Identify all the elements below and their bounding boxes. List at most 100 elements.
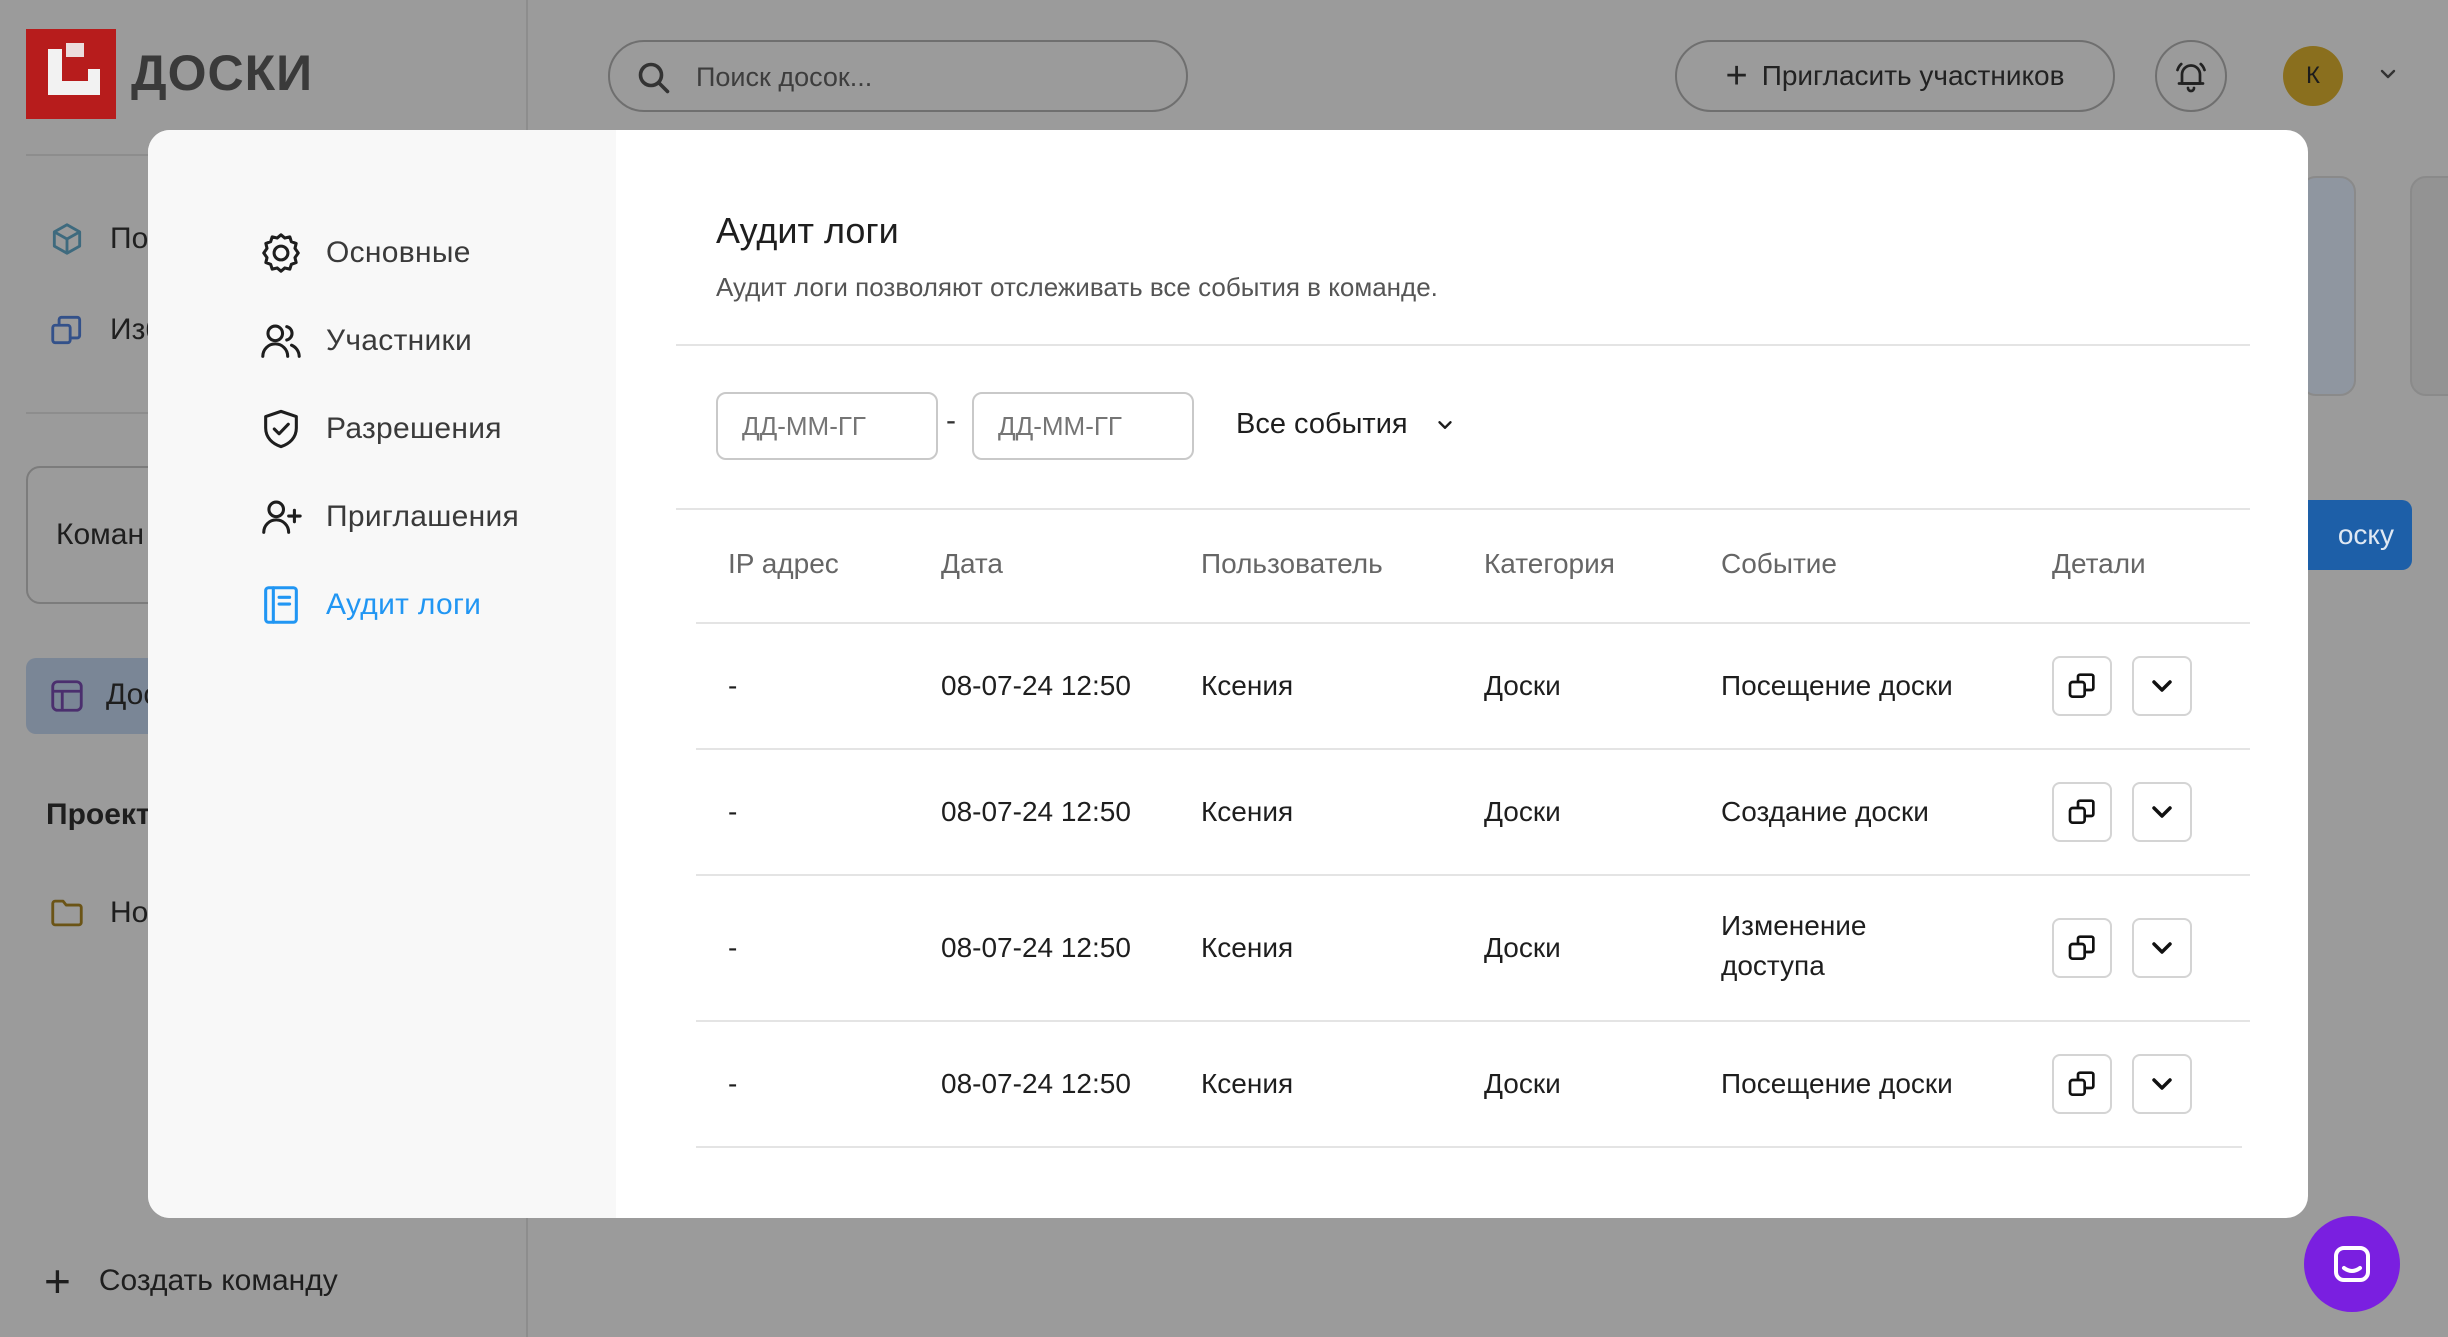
cell-date: 08-07-24 12:50 bbox=[941, 932, 1131, 963]
nav-item-invitations[interactable]: Приглашения bbox=[258, 494, 519, 540]
projects-heading: Проект bbox=[46, 798, 151, 831]
copy-button[interactable] bbox=[2052, 1054, 2112, 1114]
settings-modal: Основные Участники Разрешения Приглашени… bbox=[148, 130, 2308, 1218]
chevron-down-icon bbox=[2152, 1078, 2172, 1090]
expand-row-button[interactable] bbox=[2132, 918, 2192, 978]
column-header-category: Категория bbox=[1484, 548, 1615, 579]
plus-icon: + bbox=[44, 1255, 71, 1307]
chevron-down-icon bbox=[2152, 680, 2172, 692]
settings-nav: Основные Участники Разрешения Приглашени… bbox=[148, 130, 616, 1218]
plus-icon: + bbox=[1725, 55, 1748, 97]
cell-user: Ксения bbox=[1201, 1068, 1294, 1099]
table-row: - 08-07-24 12:50 Ксения Доски Посещение … bbox=[696, 1022, 2250, 1146]
invite-members-button[interactable]: + Пригласить участников bbox=[1675, 40, 2115, 112]
nav-item-members[interactable]: Участники bbox=[258, 318, 472, 364]
copy-button[interactable] bbox=[2052, 656, 2112, 716]
log-icon bbox=[264, 586, 298, 624]
copy-button[interactable] bbox=[2052, 918, 2112, 978]
date-to-input[interactable] bbox=[972, 392, 1194, 460]
chevron-down-icon bbox=[2152, 806, 2172, 818]
cell-ip: - bbox=[728, 932, 738, 963]
expand-row-button[interactable] bbox=[2132, 1054, 2192, 1114]
nav-item-audit-logs[interactable]: Аудит логи bbox=[258, 582, 481, 628]
avatar[interactable]: К bbox=[2283, 46, 2343, 106]
shield-check-icon bbox=[264, 409, 298, 449]
chevron-down-icon[interactable] bbox=[2376, 62, 2400, 86]
user-plus-icon bbox=[262, 500, 302, 534]
audit-logs-panel: Аудит логи Аудит логи позволяют отслежив… bbox=[616, 130, 2308, 1218]
events-filter-dropdown[interactable]: Все события bbox=[1236, 408, 1456, 441]
invite-members-label: Пригласить участников bbox=[1761, 60, 2065, 91]
table-row: - 08-07-24 12:50 Ксения Доски Создание д… bbox=[696, 750, 2250, 874]
copy-icon bbox=[2068, 1071, 2095, 1096]
team-name: Коман bbox=[56, 518, 145, 551]
expand-row-button[interactable] bbox=[2132, 656, 2192, 716]
chat-widget-button[interactable] bbox=[2304, 1216, 2400, 1312]
nav-item-permissions[interactable]: Разрешения bbox=[258, 406, 502, 452]
sidebar-item-favorites[interactable]: Изб bbox=[48, 311, 162, 349]
cell-ip: - bbox=[728, 670, 738, 701]
cell-event: Создание доски bbox=[1721, 796, 1929, 827]
cell-event: Посещение доски bbox=[1721, 670, 1953, 701]
board-card-preview[interactable] bbox=[2300, 176, 2356, 396]
nav-item-label: Аудит логи bbox=[326, 588, 482, 621]
column-header-details: Детали bbox=[2052, 548, 2146, 579]
expand-row-button[interactable] bbox=[2132, 782, 2192, 842]
cell-user: Ксения bbox=[1201, 670, 1294, 701]
cell-date: 08-07-24 12:50 bbox=[941, 1068, 1131, 1099]
users-icon bbox=[261, 324, 301, 358]
page-title: Аудит логи bbox=[716, 210, 899, 251]
cell-date: 08-07-24 12:50 bbox=[941, 670, 1131, 701]
column-header-date: Дата bbox=[941, 548, 1004, 579]
bell-icon bbox=[2176, 62, 2206, 93]
sidebar-item-folder[interactable]: Но bbox=[48, 894, 148, 932]
create-board-button[interactable]: оску bbox=[2300, 500, 2412, 570]
column-header-ip: IP адрес bbox=[728, 548, 839, 579]
notifications-button[interactable] bbox=[2155, 40, 2227, 112]
date-from-input[interactable] bbox=[716, 392, 938, 460]
cell-event: Изменение доступа bbox=[1721, 910, 1867, 981]
logo[interactable] bbox=[26, 29, 116, 119]
cube-icon bbox=[52, 223, 82, 255]
search-input[interactable]: Поиск досок... bbox=[696, 62, 872, 93]
cell-category: Доски bbox=[1484, 670, 1561, 701]
table-row: - 08-07-24 12:50 Ксения Доски Посещение … bbox=[696, 624, 2250, 748]
nav-item-label: Разрешения bbox=[326, 412, 502, 445]
create-team-button[interactable]: + Создать команду bbox=[44, 1258, 338, 1304]
column-header-user: Пользователь bbox=[1201, 548, 1383, 579]
create-board-label: оску bbox=[2337, 519, 2394, 550]
nav-item-label: Основные bbox=[326, 236, 471, 269]
gear-icon bbox=[262, 233, 300, 273]
events-filter-label: Все события bbox=[1236, 408, 1408, 440]
divider bbox=[676, 508, 2250, 510]
nav-item-general[interactable]: Основные bbox=[258, 230, 471, 276]
logo-text: ДОСКИ bbox=[131, 45, 314, 101]
table-divider bbox=[696, 1146, 2242, 1148]
cell-category: Доски bbox=[1484, 932, 1561, 963]
create-team-label: Создать команду bbox=[98, 1264, 338, 1297]
divider bbox=[676, 344, 2250, 346]
cell-category: Доски bbox=[1484, 1068, 1561, 1099]
cell-category: Доски bbox=[1484, 796, 1561, 827]
board-icon bbox=[51, 680, 83, 712]
board-card-preview[interactable] bbox=[2410, 176, 2448, 396]
cell-ip: - bbox=[728, 796, 738, 827]
table-row: - 08-07-24 12:50 Ксения Доски Изменение … bbox=[696, 876, 2250, 1020]
cell-user: Ксения bbox=[1201, 932, 1294, 963]
copy-icon bbox=[2068, 935, 2095, 960]
page-subtitle: Аудит логи позволяют отслеживать все соб… bbox=[716, 272, 1438, 302]
chevron-down-icon bbox=[2152, 942, 2172, 954]
chat-icon bbox=[2334, 1246, 2370, 1282]
sidebar-item-label: Но bbox=[110, 896, 149, 929]
copy-icon bbox=[2068, 799, 2095, 824]
chevron-down-icon bbox=[1437, 420, 1452, 429]
nav-item-label: Приглашения bbox=[326, 500, 520, 533]
cell-date: 08-07-24 12:50 bbox=[941, 796, 1131, 827]
sidebar-item-recent[interactable]: Пос bbox=[48, 220, 163, 258]
folder-icon bbox=[51, 899, 83, 927]
copies-icon bbox=[51, 315, 82, 345]
search-box[interactable]: Поиск досок... bbox=[608, 40, 1188, 112]
copy-button[interactable] bbox=[2052, 782, 2112, 842]
date-range-separator: - bbox=[946, 404, 956, 437]
cell-ip: - bbox=[728, 1068, 738, 1099]
